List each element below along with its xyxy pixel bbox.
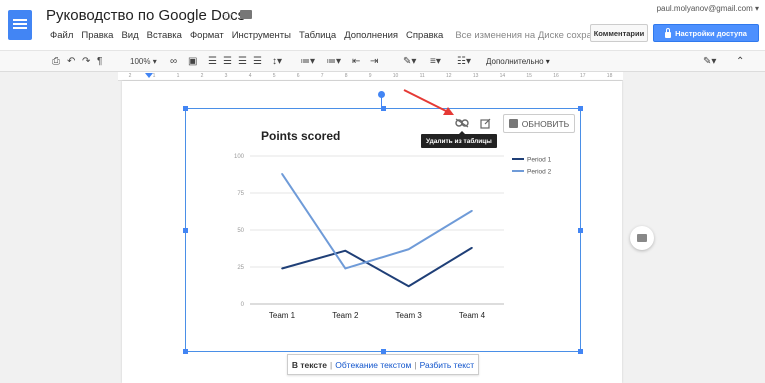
menu-addons[interactable]: Дополнения bbox=[344, 30, 398, 41]
menu-format[interactable]: Формат bbox=[190, 30, 224, 41]
print-icon[interactable]: ⎙ bbox=[52, 55, 60, 69]
ruler-tick: 13 bbox=[472, 73, 479, 79]
open-source-button[interactable] bbox=[476, 114, 494, 132]
more-dropdown[interactable]: Дополнительно ▾ bbox=[486, 55, 550, 69]
lock-icon bbox=[665, 27, 672, 38]
zoom-value: 100% bbox=[130, 57, 151, 66]
user-email[interactable]: paul.molyanov@gmail.com ▾ bbox=[657, 4, 759, 13]
menu-tools[interactable]: Инструменты bbox=[232, 30, 291, 41]
resize-handle-n[interactable] bbox=[381, 106, 386, 111]
resize-handle-se[interactable] bbox=[578, 349, 583, 354]
wrap-text-option[interactable]: Обтекание текстом bbox=[335, 360, 411, 370]
more-label: Дополнительно bbox=[486, 57, 544, 66]
redo-icon[interactable]: ↷ bbox=[82, 55, 90, 69]
docs-logo-icon[interactable] bbox=[8, 10, 32, 40]
ruler-tick: 17 bbox=[580, 73, 586, 79]
folder-icon[interactable] bbox=[240, 10, 252, 19]
ruler-tick: 5 bbox=[272, 73, 276, 79]
open-external-icon bbox=[479, 118, 490, 129]
sheets-icon bbox=[508, 119, 518, 128]
zoom-select[interactable]: 100% ▾ bbox=[130, 55, 157, 69]
resize-handle-ne[interactable] bbox=[578, 106, 583, 111]
indent-marker-icon[interactable] bbox=[145, 73, 153, 78]
menu-view[interactable]: Вид bbox=[121, 30, 138, 41]
increase-indent-icon[interactable]: ⇥ bbox=[370, 55, 378, 69]
menu-edit[interactable]: Правка bbox=[81, 30, 113, 41]
ruler-tick: 9 bbox=[368, 73, 372, 79]
save-status[interactable]: Все изменения на Диске сохран... bbox=[455, 30, 605, 41]
align-center-icon[interactable]: ☰ bbox=[223, 55, 232, 69]
chart-selection-frame[interactable] bbox=[183, 106, 583, 354]
bulleted-list-icon[interactable]: ≔▾ bbox=[326, 55, 341, 69]
ruler-tick: 8 bbox=[344, 73, 348, 79]
update-button[interactable]: ОБНОВИТЬ bbox=[503, 114, 575, 133]
ruler-tick: 18 bbox=[606, 73, 613, 79]
resize-handle-sw[interactable] bbox=[183, 349, 188, 354]
menu-file[interactable]: Файл bbox=[50, 30, 73, 41]
ruler-tick: 2 bbox=[200, 73, 204, 79]
ruler-tick: 7 bbox=[320, 73, 324, 79]
toolbar: ⎙ ↶ ↷ ¶ 100% ▾ ∞ ▣ ☰ ☰ ☰ ☰ ↕▾ ≔▾ ≔▾ ⇤ ⇥ … bbox=[0, 50, 765, 72]
comments-button[interactable]: Комментарии bbox=[590, 24, 648, 42]
ruler-tick: 6 bbox=[296, 73, 300, 79]
unlink-tooltip: Удалить из таблицы bbox=[421, 131, 497, 148]
ruler-tick: 10 bbox=[392, 73, 399, 79]
share-button-label: Настройки доступа bbox=[675, 28, 747, 38]
collapse-icon[interactable]: ⌃ bbox=[736, 55, 744, 69]
resize-handle-e[interactable] bbox=[578, 228, 583, 233]
red-arrow-annotation bbox=[403, 89, 454, 115]
ruler-tick: 3 bbox=[224, 73, 228, 79]
menu-table[interactable]: Таблица bbox=[299, 30, 336, 41]
align-left-icon[interactable]: ☰ bbox=[208, 55, 217, 69]
undo-icon[interactable]: ↶ bbox=[67, 55, 75, 69]
wrap-separator: | bbox=[414, 359, 417, 370]
numbered-list-icon[interactable]: ≔▾ bbox=[300, 55, 315, 69]
add-comment-button[interactable] bbox=[630, 226, 654, 250]
line-color-icon[interactable]: ≡▾ bbox=[430, 55, 441, 69]
star-icon[interactable]: ☆ bbox=[222, 8, 234, 24]
link-icon[interactable]: ∞ bbox=[170, 55, 177, 69]
menu-help[interactable]: Справка bbox=[406, 30, 443, 41]
ruler[interactable]: 2 1 1 2 3 4 5 6 7 8 9 10 11 12 13 14 15 16 17 18 bbox=[118, 72, 623, 81]
ruler-tick: 12 bbox=[446, 73, 452, 79]
decrease-indent-icon[interactable]: ⇤ bbox=[352, 55, 360, 69]
ruler-tick: 1 bbox=[152, 73, 156, 79]
pen-mode-icon[interactable]: ✎▾ bbox=[703, 55, 716, 69]
ruler-tick: 16 bbox=[553, 73, 559, 79]
ruler-tick: 15 bbox=[526, 73, 532, 79]
ruler-tick: 11 bbox=[419, 73, 425, 79]
update-button-label: ОБНОВИТЬ bbox=[521, 118, 570, 129]
paint-format-icon[interactable]: ¶ bbox=[97, 55, 102, 69]
line-spacing-icon[interactable]: ↕▾ bbox=[272, 55, 282, 69]
ruler-tick: 14 bbox=[499, 73, 506, 79]
pen-icon[interactable]: ✎▾ bbox=[403, 55, 416, 69]
ruler-tick: 1 bbox=[176, 73, 180, 79]
document-title[interactable]: Руководство по Google Docs bbox=[46, 7, 245, 24]
resize-handle-w[interactable] bbox=[183, 228, 188, 233]
align-right-icon[interactable]: ☰ bbox=[238, 55, 247, 69]
align-justify-icon[interactable]: ☰ bbox=[253, 55, 262, 69]
share-button[interactable]: Настройки доступа bbox=[653, 24, 759, 42]
line-dash-icon[interactable]: ☷▾ bbox=[457, 55, 471, 69]
header: Руководство по Google Docs ☆ Файл Правка… bbox=[0, 0, 765, 50]
resize-handle-nw[interactable] bbox=[183, 106, 188, 111]
menu-insert[interactable]: Вставка bbox=[147, 30, 182, 41]
break-text-option[interactable]: Разбить текст bbox=[420, 360, 475, 370]
comment-icon[interactable]: ▣ bbox=[188, 55, 197, 69]
wrap-separator: | bbox=[329, 359, 333, 370]
google-docs-window: Руководство по Google Docs ☆ Файл Правка… bbox=[0, 0, 765, 383]
ruler-tick: 2 bbox=[128, 73, 132, 79]
menu-bar: Файл Правка Вид Вставка Формат Инструмен… bbox=[50, 30, 605, 41]
wrap-inline-option[interactable]: В тексте bbox=[292, 360, 327, 370]
rotate-handle[interactable] bbox=[378, 91, 385, 98]
text-wrap-options: В тексте | Обтекание текстом | Разбить т… bbox=[287, 354, 479, 375]
comment-bubble-icon bbox=[637, 234, 647, 242]
user-email-text: paul.molyanov@gmail.com bbox=[656, 4, 753, 13]
ruler-tick: 4 bbox=[248, 73, 252, 79]
